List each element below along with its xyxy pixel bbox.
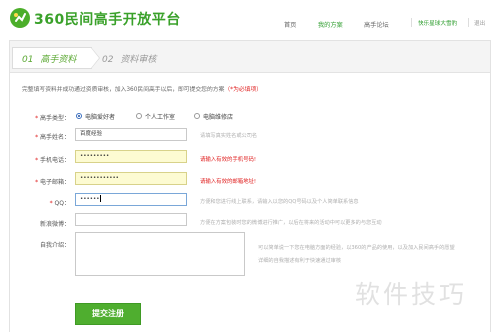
radio-repair-shop[interactable] <box>194 113 200 119</box>
intro-body: 完整填写资料并成功通过资质审核，加入360民间高手以后，即可提交您的方案 <box>22 87 225 93</box>
step-1-label: 01 高手资料 <box>22 52 76 65</box>
self-intro-hint-2: 详细的自我描述有利于快速通过审核 <box>258 258 342 264</box>
step-1-text: 高手资料 <box>40 55 77 65</box>
radio-studio[interactable] <box>136 113 142 119</box>
intro-text: 完整填写资料并成功通过资质审核，加入360民间高手以后，即可提交您的方案（*为必… <box>22 84 262 93</box>
qq-value: •••••• <box>80 196 100 202</box>
divider <box>411 18 412 27</box>
required-note: （*为必填项） <box>224 87 263 93</box>
radio-hobbyist-label[interactable]: 电脑爱好者 <box>85 112 115 121</box>
submit-register-button[interactable]: 提交注册 <box>75 303 141 325</box>
name-input[interactable]: 百度经验 <box>75 128 187 141</box>
self-intro-hint-1: 可以简单说一下您在电脑方面的经验，以360的产品的使用，以及加入民间高手的愿望 <box>258 245 455 251</box>
divider <box>468 18 469 27</box>
type-label: * 高手类型： <box>35 115 70 122</box>
email-label: * 电子邮箱： <box>35 179 70 186</box>
self-intro-textarea[interactable] <box>75 232 245 276</box>
radio-repair-shop-label[interactable]: 电脑维修店 <box>203 112 233 121</box>
email-error: 请输入有效的邮箱地址! <box>200 179 257 185</box>
watermark-text: 软件技巧 <box>355 280 468 309</box>
phone-input[interactable]: ••••••••• <box>75 150 187 163</box>
step-2-label: 02 资料审核 <box>102 52 156 65</box>
step-2-number: 02 <box>102 55 114 65</box>
step-1-number: 01 <box>22 55 34 65</box>
logout-link[interactable]: 退出 <box>474 19 485 27</box>
weibo-label: 新浪微博： <box>39 221 70 228</box>
qq-hint: 方便和您进行线上联系，请输入以您的QQ号码以及个人简单联系信息 <box>200 199 359 205</box>
logo-text[interactable]: 360民间高手开放平台 <box>34 9 181 29</box>
weibo-hint: 方便在方案包装时您的微博进行推广，以后在将来的活动中可以更多的与您互动 <box>200 220 382 226</box>
radio-studio-label[interactable]: 个人工作室 <box>145 112 175 121</box>
nav-home[interactable]: 首页 <box>284 20 296 29</box>
qq-label: * QQ： <box>49 200 70 207</box>
text-caret <box>100 195 102 202</box>
name-label: * 高手姓名： <box>35 134 70 141</box>
radio-hobbyist[interactable] <box>76 113 82 119</box>
step-arrow-inner <box>91 48 99 68</box>
username-link[interactable]: 快乐星球大雪豹 <box>418 19 457 27</box>
step-2-text: 资料审核 <box>120 55 157 65</box>
name-hint: 请填写真实姓名或公司名 <box>200 133 258 139</box>
email-input[interactable]: •••••••••••• <box>75 172 187 185</box>
nav-my-solutions[interactable]: 我的方案 <box>318 20 343 29</box>
weibo-input[interactable] <box>75 213 187 226</box>
self-intro-label: 自我介绍： <box>39 242 70 249</box>
phone-error: 请输入有效的手机号码! <box>200 157 257 163</box>
qq-input[interactable]: •••••• <box>75 193 187 206</box>
nav-forum[interactable]: 高手论坛 <box>364 20 389 29</box>
phone-label: * 手机电话： <box>35 157 70 164</box>
logo-icon <box>10 8 30 28</box>
